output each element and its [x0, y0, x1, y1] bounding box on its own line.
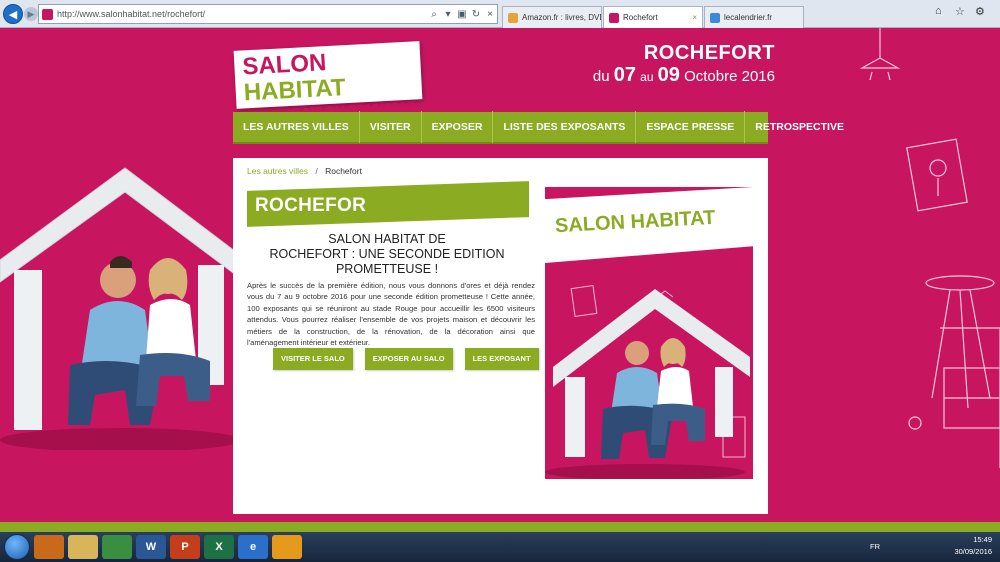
tab-amazon[interactable]: Amazon.fr : livres, DVD, jeux vi...: [502, 6, 602, 28]
chrome-icon[interactable]: [102, 535, 132, 559]
sketch-decoration: [859, 28, 1000, 468]
date-du: du: [592, 68, 610, 85]
menu-item-visiter[interactable]: VISITER: [360, 111, 422, 143]
menu-item-liste-exposants[interactable]: LISTE DES EXPOSANTS: [493, 111, 637, 143]
visiter-salon-button[interactable]: VISITER LE SALO: [273, 348, 353, 370]
clock-time: 15:49: [973, 535, 992, 544]
dropdown-icon[interactable]: ▾: [441, 9, 455, 20]
city-title: ROCHEFORT: [643, 42, 775, 64]
search-icon[interactable]: ⌕: [427, 9, 441, 20]
date-end: 09: [657, 64, 680, 86]
heading-line-1: SALON HABITAT DE: [328, 232, 446, 246]
lecalendrier-favicon-icon: [710, 12, 720, 23]
action-buttons: VISITER LE SALO EXPOSER AU SALO LES EXPO…: [273, 348, 539, 370]
powerpoint-icon[interactable]: P: [170, 535, 200, 559]
forward-button[interactable]: ▶: [24, 7, 38, 21]
footer-bar: [0, 522, 1000, 532]
back-button[interactable]: ◀: [3, 4, 23, 24]
content-panel: Les autres villes / Rochefort ROCHEFOR S…: [233, 158, 768, 514]
breadcrumb-separator: /: [315, 166, 318, 176]
page-heading: SALON HABITAT DE ROCHEFORT : UNE SECONDE…: [247, 232, 527, 277]
app-icon[interactable]: [272, 535, 302, 559]
banner-title: ROCHEFOR: [255, 195, 367, 216]
date-au: au: [640, 70, 654, 84]
salon-habitat-logo[interactable]: SALON HABITAT SAISON 2016/2017: [233, 41, 423, 121]
settings-gear-icon[interactable]: ⚙: [975, 5, 985, 18]
start-button[interactable]: [4, 534, 30, 560]
poster-title-salon: SALON: [554, 211, 626, 238]
tab-label: Amazon.fr : livres, DVD, jeux vi...: [522, 13, 601, 22]
menu-item-exposer[interactable]: EXPOSER: [422, 111, 494, 143]
address-url[interactable]: http://www.salonhabitat.net/rochefort/: [57, 9, 427, 19]
taskbar: W P X e FR 15:49 30/09/2016: [0, 532, 1000, 562]
event-dates: du 07 au 09 Octobre 2016: [593, 64, 775, 87]
file-explorer-icon[interactable]: [68, 535, 98, 559]
refresh-icon[interactable]: ↻: [469, 9, 483, 20]
excel-icon[interactable]: X: [204, 535, 234, 559]
rochefort-favicon-icon: [609, 12, 619, 23]
breadcrumb: Les autres villes / Rochefort: [247, 166, 362, 176]
amazon-favicon-icon: [508, 12, 518, 23]
event-poster[interactable]: SALON HABITAT: [545, 187, 753, 479]
tab-lecalendrier[interactable]: lecalendrier.fr: [704, 6, 804, 28]
exposants-button[interactable]: LES EXPOSANT: [464, 348, 539, 370]
poster-illustration: [545, 285, 750, 479]
tab-close-icon[interactable]: ×: [686, 13, 697, 22]
breadcrumb-current: Rochefort: [325, 166, 362, 176]
date-rest: Octobre 2016: [684, 68, 775, 85]
breadcrumb-link[interactable]: Les autres villes: [247, 166, 308, 176]
menu-item-retrospective[interactable]: RETROSPECTIVE: [745, 111, 854, 143]
couple-house-illustration: [0, 167, 240, 450]
tab-label: lecalendrier.fr: [724, 13, 773, 22]
close-icon[interactable]: ×: [483, 9, 497, 20]
word-icon[interactable]: W: [136, 535, 166, 559]
date-start: 07: [613, 64, 636, 86]
tab-rochefort[interactable]: Rochefort ×: [603, 6, 703, 28]
security-icon[interactable]: ▣: [455, 9, 469, 20]
internet-explorer-icon[interactable]: e: [238, 535, 268, 559]
favorites-icon[interactable]: ☆: [955, 5, 965, 18]
home-icon[interactable]: ⌂: [935, 5, 942, 17]
heading-line-2: ROCHEFORT : UNE SECONDE EDITION PROMETTE…: [269, 247, 505, 276]
media-player-icon[interactable]: [34, 535, 64, 559]
description-text: Après le succès de la première édition, …: [247, 281, 535, 348]
site-favicon-icon: [42, 8, 53, 20]
poster-title-habitat: HABITAT: [629, 206, 716, 234]
main-menu: LES AUTRES VILLES VISITER EXPOSER LISTE …: [233, 111, 844, 144]
web-page: SALON HABITAT SAISON 2016/2017 ROCHEFORT…: [0, 28, 1000, 532]
menu-item-espace-presse[interactable]: ESPACE PRESSE: [636, 111, 746, 143]
address-bar[interactable]: http://www.salonhabitat.net/rochefort/ ⌕…: [38, 4, 498, 24]
exposer-salon-button[interactable]: EXPOSER AU SALO: [364, 348, 453, 370]
clock-date: 30/09/2016: [954, 547, 992, 556]
system-clock[interactable]: 15:49 30/09/2016: [954, 534, 992, 558]
menu-item-autres-villes[interactable]: LES AUTRES VILLES: [233, 111, 360, 143]
tab-label: Rochefort: [623, 13, 658, 22]
browser-toolbar: ◀ ▶ http://www.salonhabitat.net/rochefor…: [0, 0, 1000, 28]
language-indicator[interactable]: FR: [870, 542, 880, 551]
